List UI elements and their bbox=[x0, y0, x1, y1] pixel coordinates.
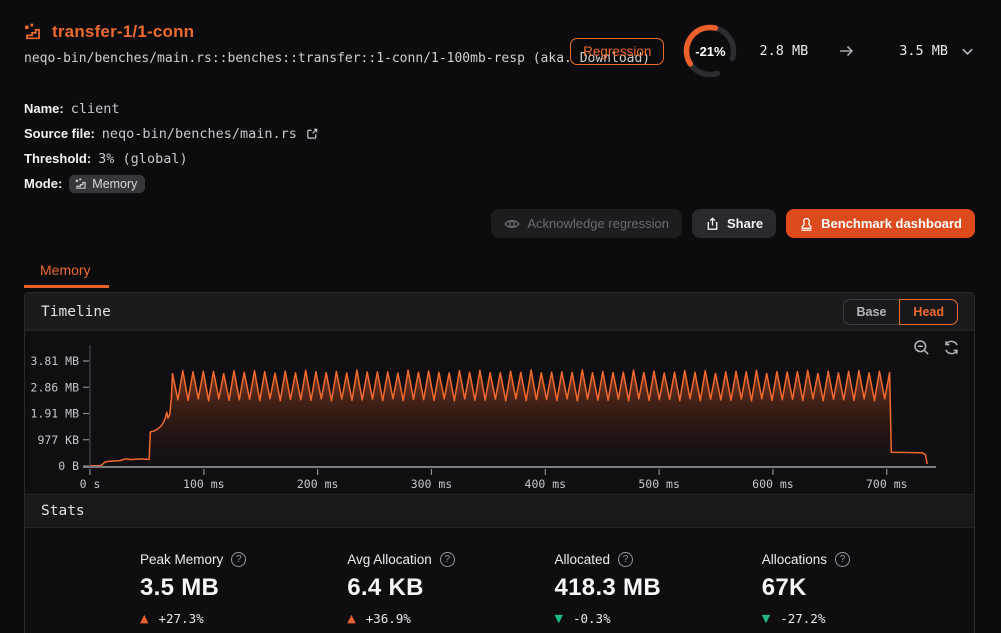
stat-value: 418.3 MB bbox=[555, 574, 707, 602]
trend-up-icon: ▲ bbox=[347, 612, 355, 625]
base-metric-value: 2.8 MB bbox=[759, 43, 808, 59]
benchmark-dashboard-label: Benchmark dashboard bbox=[821, 216, 962, 231]
svg-text:600 ms: 600 ms bbox=[752, 477, 794, 491]
regression-badge: Regression bbox=[570, 38, 664, 65]
svg-text:0 s: 0 s bbox=[80, 477, 101, 491]
stat-label: Allocations bbox=[762, 552, 827, 567]
svg-text:700 ms: 700 ms bbox=[866, 477, 908, 491]
stat-label: Avg Allocation bbox=[347, 552, 432, 567]
stat-delta-value: +36.9% bbox=[366, 611, 411, 626]
name-label: Name: bbox=[24, 101, 64, 116]
help-icon[interactable]: ? bbox=[618, 552, 633, 567]
svg-text:3.81 MB: 3.81 MB bbox=[31, 354, 80, 368]
mode-badge-label: Memory bbox=[92, 177, 137, 191]
meta-row-threshold: Threshold: 3% (global) bbox=[24, 146, 975, 171]
trend-down-icon: ▼ bbox=[762, 612, 770, 625]
share-icon bbox=[705, 216, 720, 232]
external-link-icon[interactable] bbox=[306, 127, 319, 140]
source-file-label: Source file: bbox=[24, 126, 95, 141]
timeline-chart[interactable]: 3.81 MB 2.86 MB 1.91 MB 977 KB 0 B0 s 100 ms 2… bbox=[25, 331, 974, 494]
stat-delta-value: -0.3% bbox=[573, 611, 611, 626]
help-icon[interactable]: ? bbox=[835, 552, 850, 567]
stamp-icon bbox=[799, 216, 814, 232]
stats-title: Stats bbox=[41, 503, 85, 519]
svg-text:0 B: 0 B bbox=[58, 459, 79, 473]
stat-allocated: Allocated ? 418.3 MB ▼ -0.3% bbox=[500, 552, 707, 626]
svg-text:977 KB: 977 KB bbox=[37, 433, 79, 447]
svg-text:300 ms: 300 ms bbox=[411, 477, 453, 491]
mode-memory-badge: Memory bbox=[69, 175, 145, 193]
stat-delta-value: -27.2% bbox=[780, 611, 825, 626]
header-metrics: Regression -21% 2.8 MB 3.5 MB bbox=[570, 22, 975, 80]
stat-value: 3.5 MB bbox=[140, 574, 292, 602]
actions-row: Acknowledge regression Share Benchmark d… bbox=[24, 209, 975, 238]
svg-text:200 ms: 200 ms bbox=[297, 477, 339, 491]
svg-text:1.91 MB: 1.91 MB bbox=[31, 407, 80, 421]
page-title: transfer-1/1-conn bbox=[52, 22, 194, 42]
chart-tools bbox=[913, 339, 960, 356]
meta-row-source: Source file: neqo-bin/benches/main.rs bbox=[24, 121, 975, 146]
timeline-title: Timeline bbox=[41, 304, 111, 320]
gauge-percent: -21% bbox=[681, 22, 739, 80]
help-icon[interactable]: ? bbox=[440, 552, 455, 567]
stat-value: 67K bbox=[762, 574, 914, 602]
meta-row-mode: Mode: Memory bbox=[24, 171, 975, 196]
meta-section: Name: client Source file: neqo-bin/bench… bbox=[24, 96, 975, 196]
base-head-toggle: Base Head bbox=[843, 299, 958, 325]
eye-icon bbox=[504, 216, 520, 232]
stat-value: 6.4 KB bbox=[347, 574, 499, 602]
zoom-out-icon[interactable] bbox=[913, 339, 930, 356]
benchmark-detail-page: transfer-1/1-conn neqo-bin/benches/main.… bbox=[0, 0, 1001, 633]
meta-row-name: Name: client bbox=[24, 96, 975, 121]
benchmark-dashboard-button[interactable]: Benchmark dashboard bbox=[786, 209, 975, 238]
toggle-base-label: Base bbox=[857, 305, 887, 319]
help-icon[interactable]: ? bbox=[231, 552, 246, 567]
header: transfer-1/1-conn neqo-bin/benches/main.… bbox=[24, 14, 975, 66]
stat-label: Peak Memory bbox=[140, 552, 223, 567]
toggle-head-label: Head bbox=[913, 305, 944, 319]
share-label: Share bbox=[727, 216, 763, 231]
chevron-down-icon[interactable] bbox=[960, 44, 975, 59]
results-card: Timeline Base Head bbox=[24, 292, 975, 633]
stat-delta-value: +27.3% bbox=[158, 611, 203, 626]
name-value: client bbox=[71, 101, 120, 117]
toggle-base-button[interactable]: Base bbox=[843, 299, 901, 325]
acknowledge-label: Acknowledge regression bbox=[527, 216, 669, 231]
head-metric-value: 3.5 MB bbox=[899, 43, 948, 59]
tab-memory-label: Memory bbox=[40, 262, 91, 278]
threshold-value: 3% (global) bbox=[98, 151, 187, 167]
svg-text:100 ms: 100 ms bbox=[183, 477, 225, 491]
tab-bar: Memory bbox=[24, 254, 975, 288]
trend-up-icon: ▲ bbox=[140, 612, 148, 625]
source-file-value[interactable]: neqo-bin/benches/main.rs bbox=[102, 126, 297, 142]
memory-mode-icon bbox=[75, 178, 87, 190]
svg-text:2.86 MB: 2.86 MB bbox=[31, 380, 80, 394]
tab-memory[interactable]: Memory bbox=[24, 254, 109, 288]
svg-text:500 ms: 500 ms bbox=[638, 477, 680, 491]
threshold-label: Threshold: bbox=[24, 151, 91, 166]
bench-icon bbox=[24, 23, 42, 41]
regression-gauge: -21% bbox=[681, 22, 739, 80]
stat-avg-allocation: Avg Allocation ? 6.4 KB ▲ +36.9% bbox=[292, 552, 499, 626]
acknowledge-regression-button[interactable]: Acknowledge regression bbox=[491, 209, 682, 238]
memory-timeline-plot[interactable]: 3.81 MB 2.86 MB 1.91 MB 977 KB 0 B0 s 100 ms 2… bbox=[25, 331, 974, 494]
stat-label: Allocated bbox=[555, 552, 611, 567]
toggle-head-button[interactable]: Head bbox=[899, 299, 958, 325]
stats-header: Stats bbox=[25, 494, 974, 528]
trend-down-icon: ▼ bbox=[555, 612, 563, 625]
refresh-icon[interactable] bbox=[943, 339, 960, 356]
svg-text:400 ms: 400 ms bbox=[525, 477, 567, 491]
stat-allocations: Allocations ? 67K ▼ -27.2% bbox=[707, 552, 914, 626]
timeline-header: Timeline Base Head bbox=[25, 293, 974, 331]
arrow-right-icon bbox=[838, 43, 855, 59]
mode-label: Mode: bbox=[24, 176, 62, 191]
stat-peak-memory: Peak Memory ? 3.5 MB ▲ +27.3% bbox=[85, 552, 292, 626]
share-button[interactable]: Share bbox=[692, 209, 776, 238]
stats-body: Peak Memory ? 3.5 MB ▲ +27.3% Avg Alloca… bbox=[25, 528, 974, 633]
